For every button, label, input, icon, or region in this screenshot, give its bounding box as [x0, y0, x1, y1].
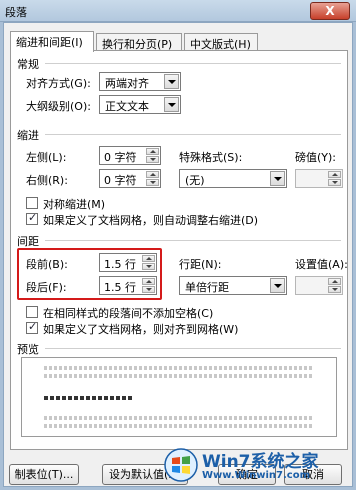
- spin-up-icon[interactable]: [146, 148, 159, 155]
- space-before-value: 1.5 行: [104, 258, 136, 271]
- spin-up-icon[interactable]: [328, 171, 341, 178]
- windows-logo-icon: [164, 448, 198, 482]
- tab-indent-spacing[interactable]: 缩进和间距(I): [10, 31, 94, 52]
- outline-level-value: 正文文本: [105, 100, 149, 113]
- site-watermark: Win7系统之家 Www.Winwin7.com: [164, 446, 354, 486]
- tab-asian-typography[interactable]: 中文版式(H): [184, 33, 258, 51]
- spin-up-icon[interactable]: [328, 278, 341, 285]
- space-before-spinner[interactable]: 1.5 行: [99, 253, 157, 272]
- indent-left-spinner[interactable]: 0 字符: [99, 146, 161, 165]
- space-before-label: 段前(B):: [26, 258, 68, 271]
- indent-measure-label: 磅值(Y):: [295, 151, 337, 164]
- mirror-indent-label: 对称缩进(M): [43, 198, 106, 211]
- alignment-select[interactable]: 两端对齐: [99, 72, 181, 91]
- mirror-indent-checkbox[interactable]: [26, 197, 38, 209]
- spin-down-icon[interactable]: [142, 263, 155, 270]
- spin-down-icon[interactable]: [328, 286, 341, 293]
- spin-up-icon[interactable]: [142, 278, 155, 285]
- special-format-label: 特殊格式(S):: [179, 151, 243, 164]
- no-space-same-style-checkbox[interactable]: [26, 306, 38, 318]
- title-bar: 段落 X: [0, 0, 356, 22]
- auto-adjust-checkbox[interactable]: [26, 211, 38, 225]
- preview-text-line: [44, 374, 314, 378]
- indent-right-spinner[interactable]: 0 字符: [99, 169, 161, 188]
- tab-line-page-breaks[interactable]: 换行和分页(P): [96, 33, 182, 51]
- paragraph-dialog: 缩进和间距(I) 换行和分页(P) 中文版式(H) 常规 对齐方式(G): 两端…: [3, 22, 353, 487]
- chevron-down-icon: [164, 97, 179, 112]
- indent-measure-spinner[interactable]: [295, 169, 343, 188]
- indent-right-label: 右侧(R):: [26, 174, 68, 187]
- spin-down-icon[interactable]: [328, 179, 341, 186]
- auto-adjust-label: 如果定义了文档网格，则自动调整右缩进(D): [43, 214, 259, 227]
- close-button[interactable]: X: [310, 2, 350, 20]
- no-space-same-style-label: 在相同样式的段落间不添加空格(C): [43, 307, 214, 320]
- snap-to-grid-checkbox[interactable]: [26, 320, 38, 334]
- space-after-spinner[interactable]: 1.5 行: [99, 276, 157, 295]
- spacing-section-title: 间距: [17, 235, 39, 248]
- line-spacing-value: 单倍行距: [185, 281, 229, 294]
- line-spacing-label: 行距(N):: [179, 258, 222, 271]
- indent-right-value: 0 字符: [104, 174, 137, 187]
- special-format-select[interactable]: (无): [179, 169, 287, 188]
- special-format-value: (无): [185, 174, 205, 187]
- preview-section-title: 预览: [17, 343, 39, 356]
- watermark-url: Www.Winwin7.com: [202, 470, 311, 481]
- preview-current-paragraph: [44, 396, 134, 400]
- general-section-title: 常规: [17, 58, 39, 71]
- spin-down-icon[interactable]: [142, 286, 155, 293]
- indent-left-value: 0 字符: [104, 151, 137, 164]
- alignment-label: 对齐方式(G):: [26, 77, 91, 90]
- spin-up-icon[interactable]: [142, 255, 155, 262]
- tabs-button[interactable]: 制表位(T)...: [9, 464, 79, 485]
- outline-level-label: 大纲级别(O):: [26, 100, 91, 113]
- spin-down-icon[interactable]: [146, 156, 159, 163]
- spin-down-icon[interactable]: [146, 179, 159, 186]
- chevron-down-icon: [270, 171, 285, 186]
- indent-section-title: 缩进: [17, 129, 39, 142]
- watermark-title: Win7系统之家: [202, 452, 319, 472]
- tab-panel: 常规 对齐方式(G): 两端对齐 大纲级别(O): 正文文本 缩进 左侧(L):…: [10, 50, 348, 450]
- preview-divider: [45, 348, 341, 349]
- preview-text-line: [44, 366, 314, 370]
- general-divider: [45, 63, 341, 64]
- indent-divider: [45, 134, 341, 135]
- alignment-value: 两端对齐: [105, 77, 149, 90]
- preview-text-line: [44, 424, 314, 428]
- line-spacing-select[interactable]: 单倍行距: [179, 276, 287, 295]
- line-spacing-at-label: 设置值(A):: [295, 258, 348, 271]
- preview-pane: [21, 357, 337, 437]
- window-title: 段落: [5, 6, 27, 19]
- preview-text-line: [44, 416, 314, 420]
- chevron-down-icon: [270, 278, 285, 293]
- snap-to-grid-label: 如果定义了文档网格，则对齐到网格(W): [43, 323, 239, 336]
- indent-left-label: 左侧(L):: [26, 151, 67, 164]
- line-spacing-at-spinner[interactable]: [295, 276, 343, 295]
- chevron-down-icon: [164, 74, 179, 89]
- spacing-divider: [45, 240, 341, 241]
- space-after-label: 段后(F):: [26, 281, 67, 294]
- space-after-value: 1.5 行: [104, 281, 136, 294]
- spin-up-icon[interactable]: [146, 171, 159, 178]
- outline-level-select[interactable]: 正文文本: [99, 95, 181, 114]
